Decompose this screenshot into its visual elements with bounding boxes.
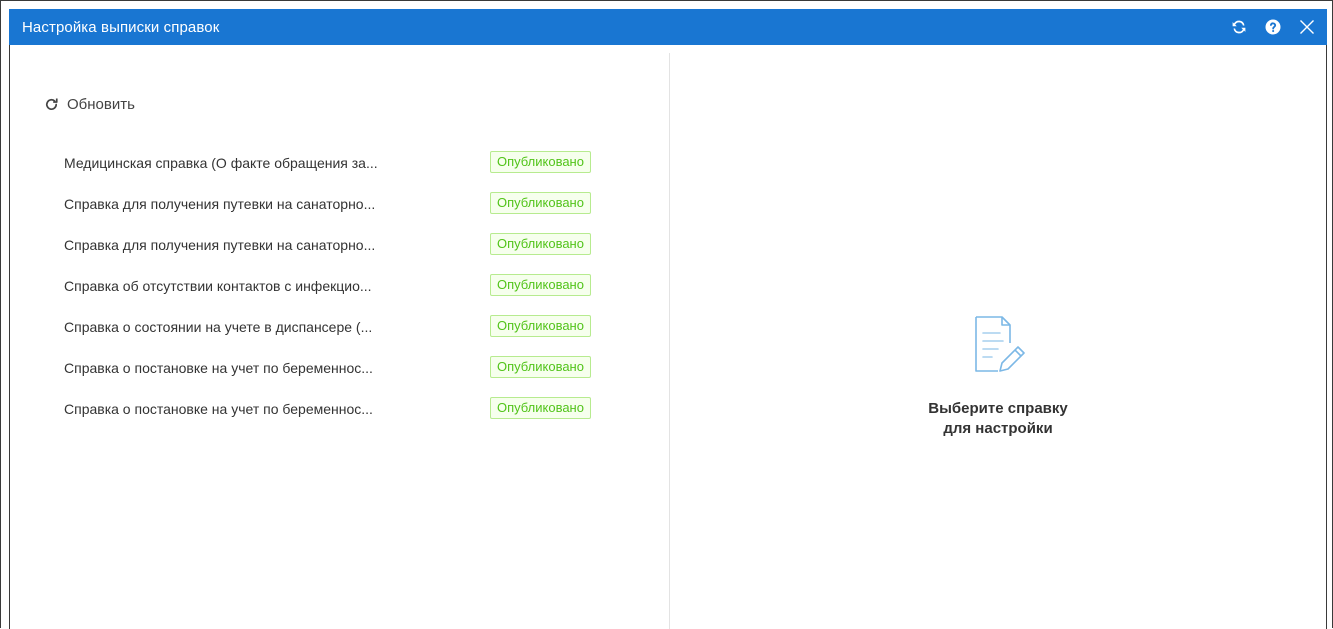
certificate-settings-pane: Выберите справку для настройки xyxy=(670,45,1326,629)
close-icon[interactable] xyxy=(1297,17,1317,37)
empty-state-message: Выберите справку для настройки xyxy=(898,399,1098,439)
certificate-name: Справка об отсутствии контактов с инфекц… xyxy=(64,277,372,294)
list-item[interactable]: Справка об отсутствии контактов с инфекц… xyxy=(64,265,624,306)
status-badge: Опубликовано xyxy=(490,315,591,337)
certificate-name: Справка для получения путевки на санатор… xyxy=(64,195,376,212)
window-title: Настройка выписки справок xyxy=(22,18,220,36)
status-badge: Опубликовано xyxy=(490,192,591,214)
list-item[interactable]: Справка для получения путевки на санатор… xyxy=(64,224,624,265)
empty-state-line-1: Выберите справку xyxy=(928,400,1068,417)
empty-state: Выберите справку для настройки xyxy=(670,313,1326,439)
list-item[interactable]: Справка о постановке на учет по беременн… xyxy=(64,388,624,429)
list-item[interactable]: Справка для получения путевки на санатор… xyxy=(64,183,624,224)
certificate-name: Справка о постановке на учет по беременн… xyxy=(64,359,373,376)
list-item[interactable]: Медицинская справка (О факте обращения з… xyxy=(64,142,624,183)
empty-state-line-2: для настройки xyxy=(943,420,1053,437)
dialog-window: Настройка выписки справок Обновить Медиц… xyxy=(0,0,1333,629)
reload-icon xyxy=(46,98,58,110)
window-controls xyxy=(1229,9,1317,45)
status-badge: Опубликовано xyxy=(490,356,591,378)
list-item[interactable]: Справка о состоянии на учете в диспансер… xyxy=(64,306,624,347)
certificate-name: Справка для получения путевки на санатор… xyxy=(64,236,376,253)
certificate-name: Справка о состоянии на учете в диспансер… xyxy=(64,318,373,335)
help-icon[interactable] xyxy=(1263,17,1283,37)
refresh-button-label: Обновить xyxy=(67,95,135,113)
list-item[interactable]: Справка о постановке на учет по беременн… xyxy=(64,347,624,388)
certificates-list-pane: Обновить Медицинская справка (О факте об… xyxy=(10,45,669,629)
document-edit-icon xyxy=(975,316,1025,372)
status-badge: Опубликовано xyxy=(490,151,591,173)
status-badge: Опубликовано xyxy=(490,274,591,296)
certificate-name: Медицинская справка (О факте обращения з… xyxy=(64,154,378,171)
status-badge: Опубликовано xyxy=(490,233,591,255)
certificates-list: Медицинская справка (О факте обращения з… xyxy=(64,142,624,429)
window-titlebar: Настройка выписки справок xyxy=(9,9,1327,45)
refresh-icon[interactable] xyxy=(1229,17,1249,37)
status-badge: Опубликовано xyxy=(490,397,591,419)
refresh-button[interactable]: Обновить xyxy=(44,93,135,115)
certificate-name: Справка о постановке на учет по беременн… xyxy=(64,400,373,417)
frame-border-right xyxy=(1326,45,1327,629)
